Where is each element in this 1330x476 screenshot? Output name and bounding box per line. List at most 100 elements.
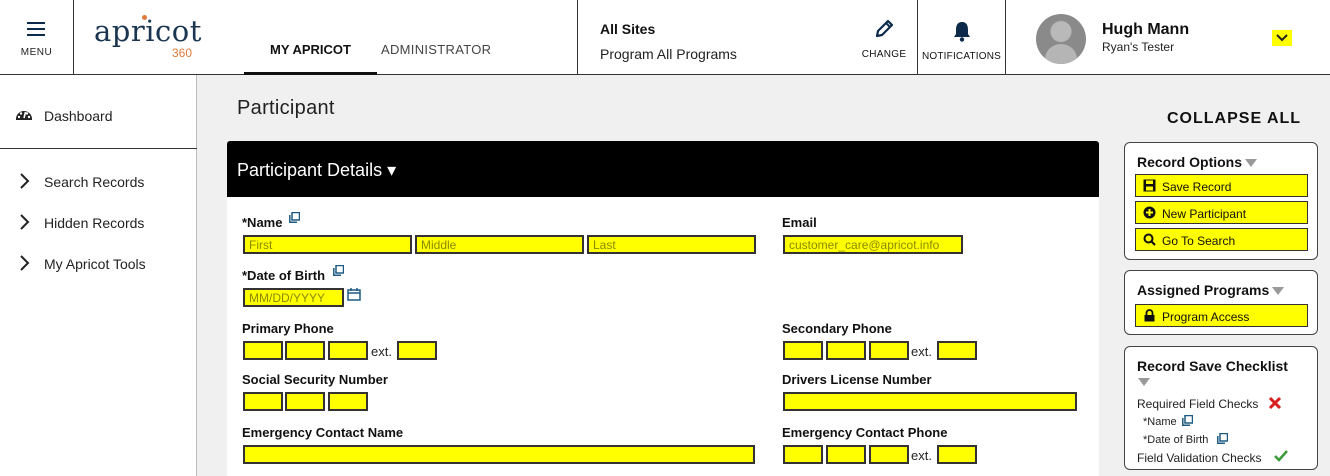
program-access-label: Program Access — [1162, 310, 1250, 324]
dob-input[interactable] — [243, 288, 344, 307]
secondary-phone-area-input[interactable] — [783, 341, 823, 360]
secondary-phone-prefix-input[interactable] — [826, 341, 866, 360]
save-record-label: Save Record — [1162, 180, 1232, 194]
emergency-contact-name-label: Emergency Contact Name — [242, 425, 404, 440]
change-label: CHANGE — [861, 49, 907, 60]
dob-label: *Date of Birth — [242, 268, 326, 283]
chevron-right-icon — [20, 255, 30, 271]
ssn-part1-input[interactable] — [243, 392, 283, 411]
popout-icon[interactable] — [1182, 415, 1193, 426]
chevron-down-icon[interactable] — [1272, 30, 1292, 46]
tab-administrator[interactable]: ADMINISTRATOR — [381, 42, 491, 75]
assigned-programs-title[interactable]: Assigned Programs — [1137, 282, 1285, 298]
primary-phone-area-input[interactable] — [243, 341, 283, 360]
sidebar-item-my-apricot-tools[interactable]: My Apricot Tools — [0, 254, 197, 274]
popout-icon[interactable] — [333, 265, 344, 276]
secondary-phone-line-input[interactable] — [869, 341, 909, 360]
secondary-phone-label: Secondary Phone — [782, 321, 892, 336]
top-header: MENU apricot 360 MY APRICOT ADMINISTRATO… — [0, 0, 1330, 75]
name-label: *Name — [242, 215, 283, 230]
ec-phone-area-input[interactable] — [783, 445, 823, 464]
ext-label: ext. — [371, 344, 392, 359]
apricot-logo[interactable]: apricot 360 — [94, 14, 204, 64]
collapse-triangle-icon — [1245, 159, 1258, 168]
sidebar-item-hidden-records[interactable]: Hidden Records — [0, 213, 197, 233]
record-save-checklist-card: Record Save Checklist Required Field Che… — [1124, 346, 1318, 470]
calendar-icon[interactable] — [347, 288, 361, 301]
tab-my-apricot[interactable]: MY APRICOT — [244, 42, 377, 75]
site-label: All Sites — [600, 21, 656, 37]
program-label: Program All Programs — [600, 46, 737, 62]
new-participant-label: New Participant — [1162, 207, 1247, 221]
checklist-item-dob[interactable]: *Date of Birth — [1143, 434, 1208, 446]
change-button[interactable]: CHANGE — [860, 18, 908, 60]
sidebar-item-label: Hidden Records — [44, 215, 145, 231]
sidebar-item-label: My Apricot Tools — [44, 256, 146, 272]
sidebar-item-label: Dashboard — [44, 108, 113, 124]
first-name-input[interactable] — [243, 235, 412, 254]
sidebar-item-search-records[interactable]: Search Records — [0, 172, 197, 192]
field-validation-checks-label: Field Validation Checks — [1137, 451, 1262, 465]
last-name-input[interactable] — [587, 235, 756, 254]
ssn-part2-input[interactable] — [285, 392, 325, 411]
ec-phone-ext-input[interactable] — [937, 445, 977, 464]
section-title: Participant Details ▾ — [237, 160, 397, 180]
user-menu[interactable]: Hugh Mann Ryan's Tester — [1006, 0, 1330, 74]
required-field-checks-label: Required Field Checks — [1137, 397, 1259, 411]
menu-button[interactable]: MENU — [0, 0, 74, 74]
middle-name-input[interactable] — [415, 235, 584, 254]
sidebar: Dashboard Search Records Hidden Records … — [0, 75, 197, 476]
checklist-item-name[interactable]: *Name — [1143, 416, 1177, 428]
sidebar-item-label: Search Records — [44, 174, 145, 190]
lock-icon — [1144, 309, 1155, 322]
pencil-icon — [875, 19, 894, 38]
participant-details-form: *Name Email *Date of Birth Primary Phone… — [227, 197, 1099, 476]
collapse-all-button[interactable]: COLLAPSE ALL — [1167, 110, 1301, 128]
record-options-title-text: Record Options — [1137, 154, 1243, 170]
plus-circle-icon — [1143, 206, 1156, 219]
notifications-label: NOTIFICATIONS — [921, 51, 1002, 62]
user-name: Hugh Mann — [1102, 21, 1190, 38]
checkmark-icon — [1274, 450, 1288, 462]
user-role: Ryan's Tester — [1102, 40, 1175, 54]
popout-icon[interactable] — [289, 212, 300, 223]
notifications-button[interactable]: NOTIFICATIONS — [917, 0, 1006, 74]
section-header-participant-details[interactable]: Participant Details ▾ — [227, 141, 1099, 197]
save-icon — [1143, 179, 1156, 192]
save-record-button[interactable]: Save Record — [1135, 174, 1308, 197]
go-to-search-button[interactable]: Go To Search — [1135, 228, 1308, 251]
sidebar-item-dashboard[interactable]: Dashboard — [0, 106, 197, 126]
secondary-phone-ext-input[interactable] — [937, 341, 977, 360]
sidebar-divider — [0, 148, 197, 149]
program-access-button[interactable]: Program Access — [1135, 304, 1308, 327]
ext-label: ext. — [911, 448, 932, 463]
logo-number: 360 — [172, 46, 193, 60]
chevron-right-icon — [20, 173, 30, 189]
primary-phone-ext-input[interactable] — [397, 341, 437, 360]
avatar — [1036, 14, 1086, 64]
email-input[interactable] — [783, 235, 963, 254]
site-program-selector: All Sites Program All Programs CHANGE — [577, 0, 917, 74]
new-participant-button[interactable]: New Participant — [1135, 201, 1308, 224]
primary-phone-line-input[interactable] — [328, 341, 368, 360]
page-title: Participant — [237, 97, 335, 119]
x-mark-icon — [1268, 396, 1282, 410]
menu-label: MENU — [20, 47, 53, 58]
emergency-contact-name-input[interactable] — [243, 445, 755, 464]
collapse-triangle-icon — [1272, 287, 1285, 296]
popout-icon[interactable] — [1217, 433, 1228, 444]
emergency-contact-phone-label: Emergency Contact Phone — [782, 425, 948, 440]
ssn-part3-input[interactable] — [328, 392, 368, 411]
collapse-triangle-icon — [1138, 378, 1150, 386]
ec-phone-prefix-input[interactable] — [826, 445, 866, 464]
ec-phone-line-input[interactable] — [869, 445, 909, 464]
hamburger-icon — [27, 22, 45, 36]
ext-label: ext. — [911, 344, 932, 359]
drivers-license-input[interactable] — [783, 392, 1077, 411]
primary-phone-label: Primary Phone — [242, 321, 334, 336]
checklist-title[interactable]: Record Save Checklist — [1137, 358, 1288, 374]
bell-icon — [954, 22, 970, 42]
primary-phone-prefix-input[interactable] — [285, 341, 325, 360]
email-label: Email — [782, 215, 817, 230]
record-options-title[interactable]: Record Options — [1137, 154, 1258, 170]
